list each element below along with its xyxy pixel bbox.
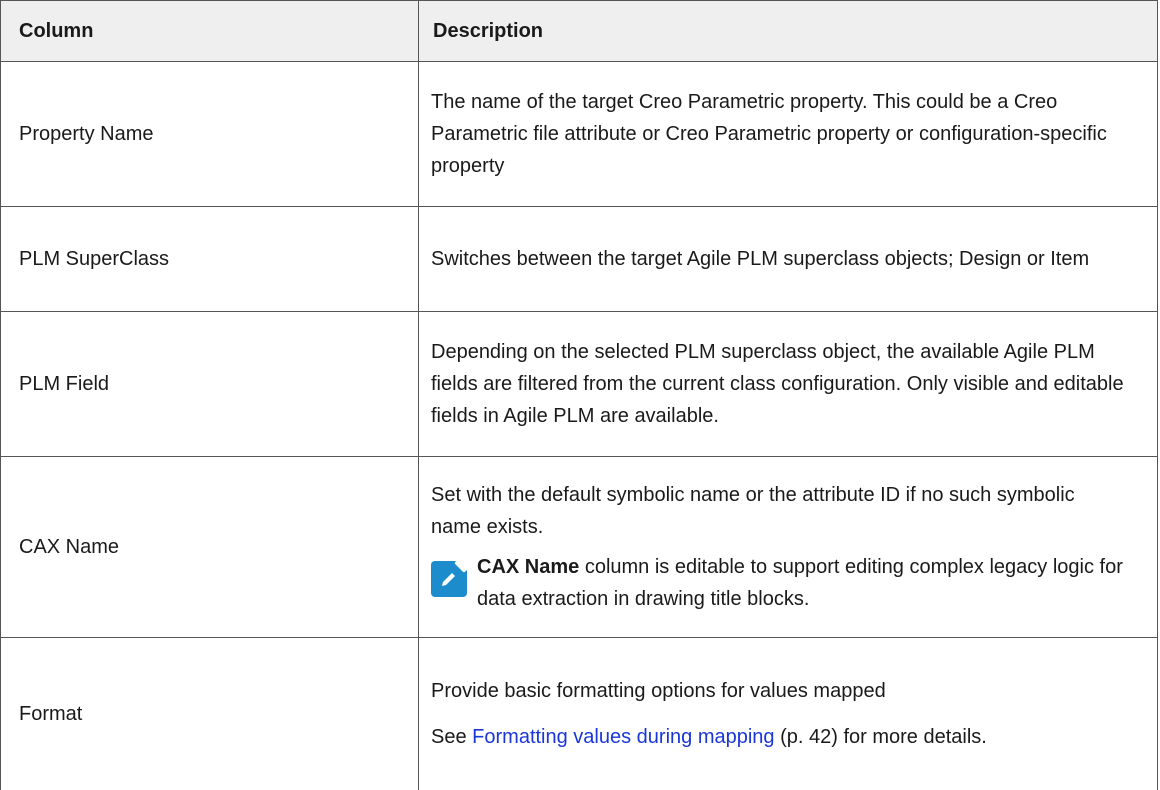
note-callout: CAX Name column is editable to support e… bbox=[431, 551, 1127, 615]
row-description-cell: Provide basic formatting options for val… bbox=[419, 638, 1158, 790]
table-header-row: Column Description bbox=[1, 1, 1158, 62]
table-row: Property Name The name of the target Cre… bbox=[1, 62, 1158, 207]
row-column-name: PLM SuperClass bbox=[1, 207, 419, 312]
row-column-name: Format bbox=[1, 638, 419, 790]
table-row: Format Provide basic formatting options … bbox=[1, 638, 1158, 790]
see-suffix: (p. 42) for more details. bbox=[775, 726, 987, 748]
note-bold-term: CAX Name bbox=[477, 556, 579, 578]
row-column-name: PLM Field bbox=[1, 312, 419, 457]
row-column-name: CAX Name bbox=[1, 457, 419, 638]
row-description: Depending on the selected PLM superclass… bbox=[419, 312, 1158, 457]
row-description: The name of the target Creo Parametric p… bbox=[419, 62, 1158, 207]
row-description: Switches between the target Agile PLM su… bbox=[419, 207, 1158, 312]
see-also-line: See Formatting values during mapping (p.… bbox=[431, 721, 1127, 753]
see-prefix: See bbox=[431, 726, 472, 748]
row-description: Provide basic formatting options for val… bbox=[431, 675, 1127, 707]
row-description-cell: Set with the default symbolic name or th… bbox=[419, 457, 1158, 638]
table-row: PLM Field Depending on the selected PLM … bbox=[1, 312, 1158, 457]
row-description: Set with the default symbolic name or th… bbox=[431, 479, 1127, 543]
description-header: Description bbox=[419, 1, 1158, 62]
row-column-name: Property Name bbox=[1, 62, 419, 207]
column-description-table: Column Description Property Name The nam… bbox=[0, 0, 1158, 790]
edit-note-icon bbox=[431, 561, 467, 597]
table-row: CAX Name Set with the default symbolic n… bbox=[1, 457, 1158, 638]
formatting-values-link[interactable]: Formatting values during mapping bbox=[472, 726, 774, 748]
column-header: Column bbox=[1, 1, 419, 62]
table-row: PLM SuperClass Switches between the targ… bbox=[1, 207, 1158, 312]
note-text: CAX Name column is editable to support e… bbox=[477, 551, 1127, 615]
